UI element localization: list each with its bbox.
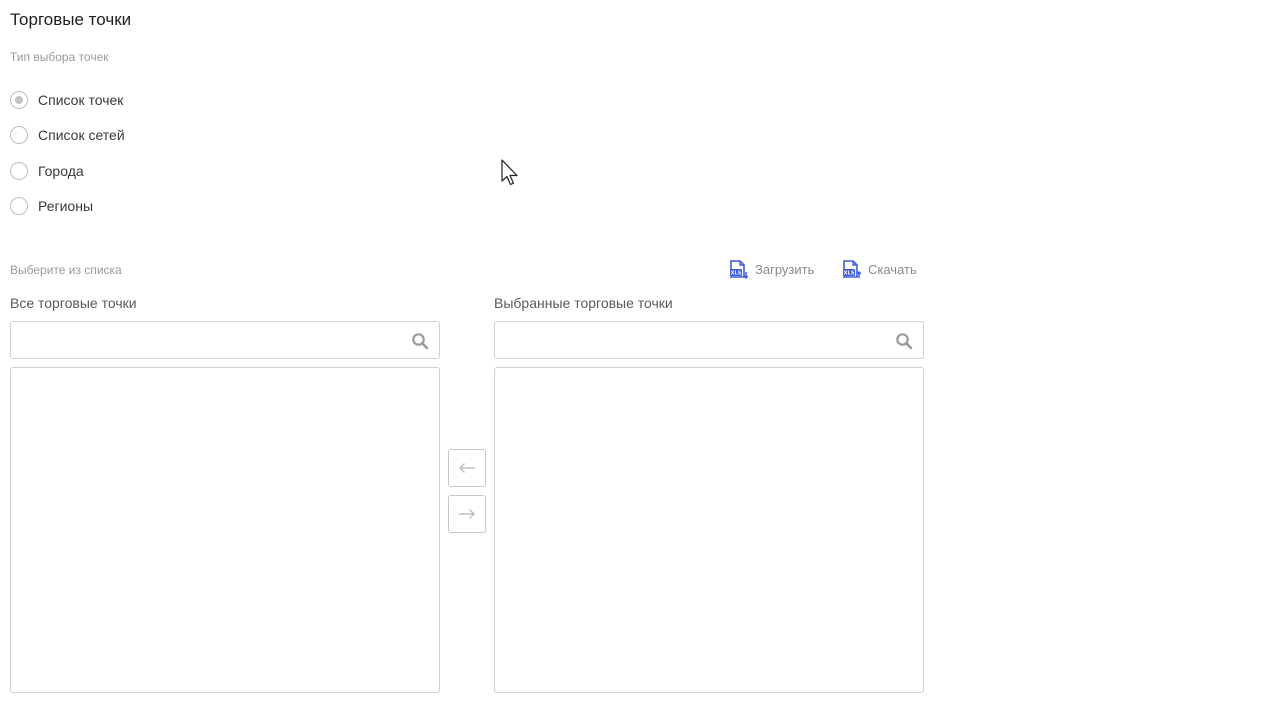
radio-option-label: Города: [38, 163, 84, 179]
xls-upload-icon: XLS: [729, 259, 748, 279]
selected-points-title: Выбранные торговые точки: [494, 295, 673, 311]
arrow-left-icon: [459, 463, 475, 473]
selected-points-search[interactable]: [494, 321, 924, 359]
radio-option-label: Список сетей: [38, 127, 125, 143]
all-points-search-input[interactable]: [11, 322, 421, 358]
all-points-list[interactable]: [10, 367, 440, 693]
search-icon[interactable]: [895, 332, 913, 350]
radio-button-checked[interactable]: [10, 91, 28, 109]
download-label: Скачать: [868, 261, 917, 277]
radio-button[interactable]: [10, 162, 28, 180]
xls-download-icon: XLS: [842, 259, 861, 279]
radio-button[interactable]: [10, 197, 28, 215]
download-button[interactable]: XLS Скачать: [842, 259, 917, 279]
radio-option-regions[interactable]: Регионы: [10, 196, 93, 216]
radio-option-points-list[interactable]: Список точек: [10, 90, 123, 110]
arrow-right-icon: [459, 509, 475, 519]
all-points-title: Все торговые точки: [10, 295, 137, 311]
upload-button[interactable]: XLS Загрузить: [729, 259, 814, 279]
move-left-button[interactable]: [448, 449, 486, 487]
page-title: Торговые точки: [10, 10, 132, 29]
move-right-button[interactable]: [448, 495, 486, 533]
radio-option-chains-list[interactable]: Список сетей: [10, 125, 125, 145]
selected-points-list[interactable]: [494, 367, 924, 693]
selected-points-search-input[interactable]: [495, 322, 905, 358]
all-points-search[interactable]: [10, 321, 440, 359]
upload-label: Загрузить: [755, 261, 815, 277]
mouse-cursor-icon: [501, 159, 521, 192]
radio-option-label: Регионы: [38, 198, 94, 214]
svg-text:XLS: XLS: [844, 270, 855, 276]
radio-button[interactable]: [10, 126, 28, 144]
svg-text:XLS: XLS: [731, 270, 742, 276]
radio-option-label: Список точек: [38, 92, 124, 108]
picker-caption: Выберите из списка: [10, 263, 122, 277]
radio-option-cities[interactable]: Города: [10, 161, 84, 181]
search-icon[interactable]: [411, 332, 429, 350]
selection-type-caption: Тип выбора точек: [10, 50, 109, 64]
